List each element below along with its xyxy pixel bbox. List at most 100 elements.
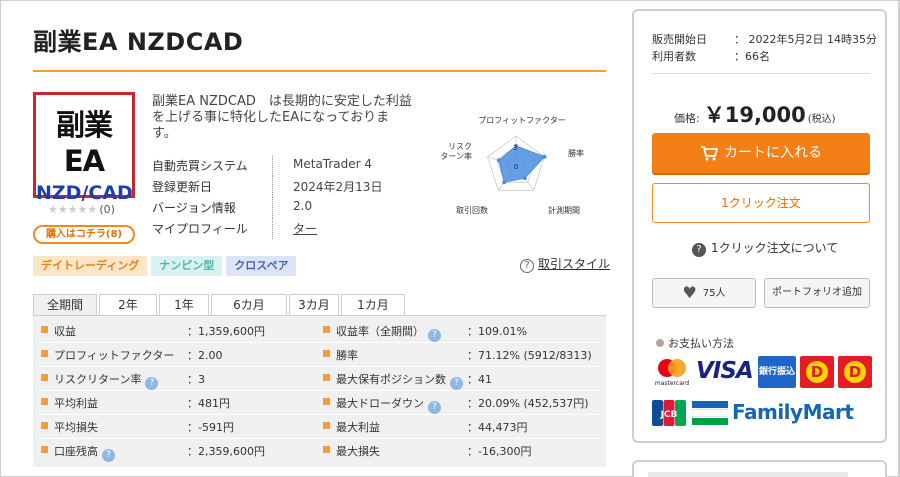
stat-key-text: リスクリターン率 bbox=[54, 373, 142, 386]
stat-row: リスクリターン率? ：3 bbox=[41, 367, 311, 390]
stat-value: ：20.09% (452,537円) bbox=[467, 397, 589, 410]
stat-row: 最大保有ポジション数? ：41 bbox=[323, 367, 603, 390]
stat-key-text: 収益率（全期間） bbox=[336, 325, 424, 338]
stat-key: 最大保有ポジション数? bbox=[336, 371, 463, 390]
tag-cross-pair[interactable]: クロスペア bbox=[226, 256, 297, 276]
spec-key: 登録更新日 bbox=[152, 180, 213, 194]
users-label: 利用者数 bbox=[652, 50, 696, 63]
bullet-icon bbox=[323, 350, 330, 357]
d-payment-logo: D bbox=[800, 356, 834, 388]
price-value: ￥19,000 bbox=[703, 103, 806, 127]
sale-start-row: 販売開始日 ： 2022年5月2日 14時35分 bbox=[652, 31, 877, 48]
info-icon[interactable]: ? bbox=[102, 449, 115, 462]
bullet-icon bbox=[41, 350, 48, 357]
sale-start-label: 販売開始日 bbox=[652, 33, 707, 46]
stat-value: ：2,359,600円 bbox=[187, 445, 265, 458]
add-to-cart-button[interactable]: カートに入れる bbox=[652, 133, 870, 173]
help-icon: ? bbox=[520, 259, 534, 273]
d-payment-mark: D bbox=[844, 361, 866, 383]
profile-link[interactable]: ター bbox=[293, 220, 317, 237]
favorite-button[interactable]: ♥ 75人 bbox=[652, 278, 756, 308]
radar-tick-label: 0 bbox=[514, 163, 518, 171]
jcb-logo: JCB bbox=[652, 400, 686, 426]
visa-logo: VISA bbox=[696, 358, 754, 384]
radar-point bbox=[522, 176, 527, 181]
stat-row: 平均利益 ：481円 bbox=[41, 391, 311, 414]
rating-count: (0) bbox=[99, 203, 115, 216]
familymart-mark-icon bbox=[692, 401, 728, 425]
radar-axis-label: プロフィットファクター bbox=[478, 116, 566, 125]
stat-key-text: 最大ドローダウン bbox=[336, 397, 424, 410]
bullet-icon bbox=[41, 422, 48, 429]
radar-axis-label: 取引回数 bbox=[456, 205, 488, 215]
stat-row: 収益率（全期間）? ：109.01% bbox=[323, 319, 603, 342]
tab-all-period[interactable]: 全期間 bbox=[33, 294, 97, 316]
stat-value: ：481円 bbox=[187, 397, 230, 410]
favorite-count: 75人 bbox=[702, 288, 726, 299]
bullet-icon bbox=[323, 398, 330, 405]
stat-value: ：-591円 bbox=[187, 421, 234, 434]
stat-key-text: 口座残高 bbox=[54, 445, 98, 458]
purchase-panel: 販売開始日 ： 2022年5月2日 14時35分 利用者数 ：66名 価格: ￥1… bbox=[632, 9, 887, 443]
radar-point bbox=[542, 154, 547, 159]
heart-icon: ♥ bbox=[682, 283, 697, 302]
bullet-icon bbox=[323, 374, 330, 381]
bullet-icon bbox=[41, 446, 48, 453]
info-icon[interactable]: ? bbox=[428, 401, 441, 414]
stat-value: ：2.00 bbox=[187, 349, 223, 362]
placeholder-line bbox=[648, 472, 848, 477]
stat-row: 最大損失 ：-16,300円 bbox=[323, 439, 603, 462]
mastercard-label: mastercard bbox=[655, 380, 689, 387]
info-icon[interactable]: ? bbox=[428, 329, 441, 342]
buy-here-button[interactable]: 購入はコチラ(8) bbox=[33, 225, 135, 244]
trade-style-link[interactable]: ? 取引スタイル bbox=[520, 255, 610, 273]
info-icon[interactable]: ? bbox=[450, 377, 463, 390]
familymart-logo: FamilyMart bbox=[732, 400, 854, 424]
spec-divider bbox=[272, 218, 273, 239]
radar-tick-label: 3 bbox=[513, 144, 517, 152]
payment-methods-title: お支払い方法 bbox=[656, 335, 734, 351]
sale-info: 販売開始日 ： 2022年5月2日 14時35分 利用者数 ：66名 bbox=[652, 31, 877, 65]
price-tax: (税込) bbox=[807, 114, 836, 125]
stat-row: 収益 ：1,359,600円 bbox=[41, 319, 311, 342]
info-icon[interactable]: ? bbox=[145, 377, 159, 390]
tab-3-months[interactable]: 3カ月 bbox=[289, 294, 339, 316]
users-row: 利用者数 ：66名 bbox=[652, 48, 872, 65]
stat-row: 平均損失 ：-591円 bbox=[41, 415, 311, 438]
add-portfolio-button[interactable]: ポートフォリオ追加 bbox=[764, 278, 870, 308]
spec-row: 登録更新日 2024年2月13日 bbox=[152, 176, 412, 197]
tab-1-month[interactable]: 1カ月 bbox=[341, 294, 405, 316]
stat-row: 勝率 ：71.12% (5912/8313) bbox=[323, 343, 603, 366]
stat-key: 収益率（全期間）? bbox=[336, 323, 441, 342]
tag-nanpin[interactable]: ナンピン型 bbox=[151, 256, 223, 276]
stat-key: 最大損失 bbox=[336, 445, 380, 458]
one-click-help-link[interactable]: ? 1クリック注文について bbox=[692, 239, 838, 257]
spec-value: MetaTrader 4 bbox=[293, 157, 373, 171]
radar-axis-label: リスク bbox=[448, 142, 472, 151]
secondary-panel bbox=[632, 460, 887, 477]
stat-row: 最大ドローダウン? ：20.09% (452,537円) bbox=[323, 391, 603, 414]
spec-row: バージョン情報 2.0 bbox=[152, 197, 412, 218]
tab-1-year[interactable]: 1年 bbox=[159, 294, 209, 316]
radar-axis-label: ターン率 bbox=[440, 151, 472, 161]
help-icon: ? bbox=[692, 243, 706, 257]
add-to-cart-label: カートに入れる bbox=[724, 145, 822, 161]
one-click-order-button[interactable]: 1クリック注文 bbox=[652, 183, 870, 223]
stat-key: 口座残高? bbox=[54, 443, 115, 462]
radar-chart: プロフィットファクター 勝率 計測期間 取引回数 リスク ターン率 3 0 bbox=[440, 116, 584, 215]
tab-6-months[interactable]: 6カ月 bbox=[211, 294, 287, 316]
product-logo: 副業EA NZD/CAD bbox=[33, 92, 135, 204]
spec-row: マイプロフィール ター bbox=[152, 218, 412, 239]
sale-start-value: ： 2022年5月2日 14時35分 bbox=[734, 33, 877, 46]
tag-day-trading[interactable]: デイトレーディング bbox=[33, 256, 148, 276]
rating-stars-icon: ★★★★★ bbox=[48, 203, 98, 216]
tag-list: デイトレーディング ナンピン型 クロスペア bbox=[33, 256, 300, 276]
product-description: 副業EA NZDCAD は長期的に安定した利益を上げる事に特化したEAになってお… bbox=[152, 94, 412, 141]
stat-row: 最大利益 ：44,473円 bbox=[323, 415, 603, 438]
mastercard-logo: mastercard bbox=[655, 359, 689, 387]
bullet-icon bbox=[323, 446, 330, 453]
tab-2-years[interactable]: 2年 bbox=[99, 294, 157, 316]
logo-line2: NZD/CAD bbox=[36, 182, 133, 204]
panel-divider bbox=[652, 73, 870, 74]
radar-axis-label: 計測期間 bbox=[548, 205, 580, 215]
